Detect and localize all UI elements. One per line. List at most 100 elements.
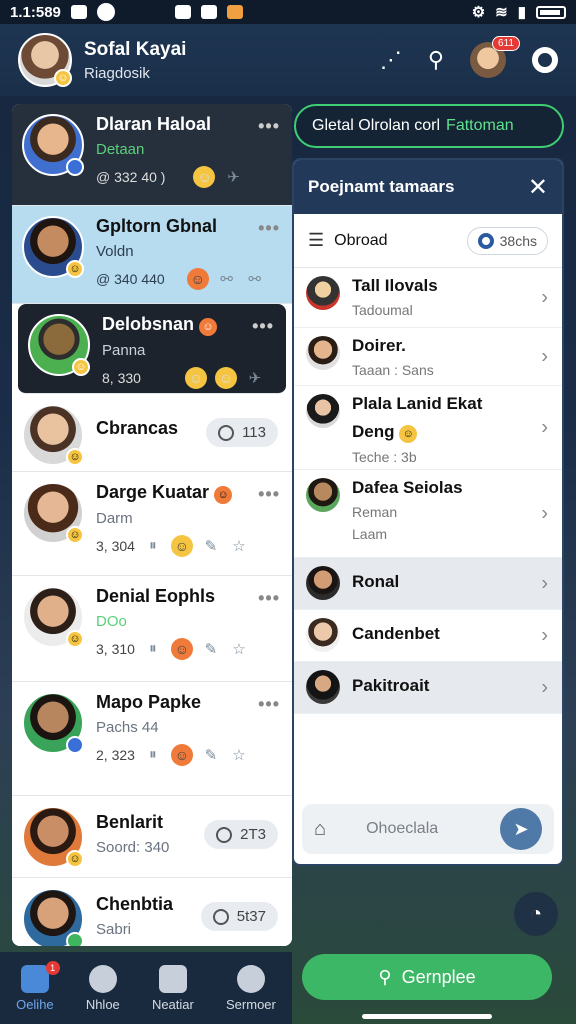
pause-icon: ⏸ [149, 746, 157, 763]
chat-stats: 2, 323 [96, 747, 135, 763]
contact-sub: Reman [352, 504, 398, 520]
link-icon: ⚯ [220, 271, 233, 288]
contacts-panel: Poejnamt tamaars ✕ ☰ Obroad 38chs Tall I… [292, 158, 564, 866]
verified-icon [66, 158, 84, 176]
avatar [306, 276, 340, 310]
primary-action-button[interactable]: ⚲ Gernplee [302, 954, 552, 1000]
nav-item-calculator[interactable]: Neatiar [151, 964, 194, 1012]
app-icon [174, 5, 191, 19]
smile-icon: ☺ [66, 850, 84, 868]
chat-name: Darge Kuatar ☺ [96, 482, 282, 504]
bottom-nav: 1 Oelihe Nhloe Neatiar Sermoer [0, 952, 292, 1024]
page-title: Sofal Kayai [84, 38, 187, 60]
home-icon[interactable]: ⌂ [314, 818, 326, 841]
contact-name: Pakitroait [352, 676, 430, 695]
share-icon[interactable]: ⋰ [380, 47, 402, 73]
close-icon[interactable]: ✕ [528, 173, 548, 202]
chat-item[interactable]: ☺ Cbrancas 113 [12, 394, 292, 472]
home-icon [20, 964, 49, 993]
battery-icon [536, 5, 566, 19]
contact-item[interactable]: Ronal › [294, 558, 562, 610]
star-icon: ☆ [232, 538, 246, 555]
send-button[interactable]: ➤ [500, 808, 542, 850]
panel-header: Poejnamt tamaars ✕ [294, 160, 562, 214]
avatar: ☺ [28, 314, 90, 376]
search-icon: ⚲ [378, 966, 392, 987]
emoji-icon: ☺ [214, 486, 233, 504]
chat-stats: 8, 330 [102, 370, 141, 386]
page-subtitle: Riagdosik [84, 64, 150, 82]
chat-item[interactable]: ☺ Darge Kuatar ☺ Darm 3, 304 ⏸ ☺ ✎ ☆ ••• [12, 472, 292, 576]
more-options-icon[interactable]: ••• [258, 218, 280, 239]
contact-item[interactable]: Plala Lanid Ekat Deng ☺ Teche : 3b › [294, 386, 562, 470]
more-options-icon[interactable]: ••• [258, 694, 280, 715]
chat-item[interactable]: ☺ Gpltorn Gbnal Voldn @ 340 440 ☺ ⚯ ⚯ ••• [12, 206, 292, 304]
avatar [22, 692, 84, 754]
chat-preview: Darm [96, 510, 133, 527]
chat-preview: Panna [102, 342, 146, 359]
unread-count-pill[interactable]: 113 [206, 418, 278, 447]
profile-avatar[interactable]: ☺ [18, 33, 72, 87]
panel-footer: ⌂ Ohoeclala ➤ [302, 804, 554, 854]
more-options-icon[interactable]: ••• [252, 316, 274, 337]
more-options-icon[interactable]: ••• [258, 484, 280, 505]
chat-item[interactable]: ☺ Delobsnan ☺ Panna 8, 330 ☺ ☺ ✈ ••• [18, 304, 286, 394]
chat-bubble-icon [88, 964, 117, 993]
contact-item[interactable]: Doirer. Taaan : Sans › [294, 328, 562, 386]
notification-icon [70, 5, 87, 19]
smile-icon: ☺ [66, 630, 84, 648]
contact-item[interactable]: Candenbet › [294, 610, 562, 662]
chat-item[interactable]: Mapo Papke Pachs 44 2, 323 ⏸ ☺ ✎ ☆ ••• [12, 682, 292, 796]
chat-stats: @ 332 40 ) [96, 169, 166, 185]
more-options-icon[interactable]: ••• [258, 588, 280, 609]
avatar: ☺ [22, 216, 84, 278]
filter-pill[interactable]: 38chs [466, 226, 548, 255]
smile-emoji-icon: ☺ [214, 367, 237, 389]
chevron-right-icon: › [541, 286, 548, 308]
nav-label: Neatiar [151, 996, 194, 1012]
chat-preview: Voldn [96, 243, 134, 260]
notification-badge: 1 [45, 960, 60, 975]
smile-icon: ☺ [72, 358, 90, 376]
contact-name: Tall Ilovals [352, 276, 438, 295]
nav-item-messages[interactable]: Nhloe [86, 964, 120, 1012]
footer-input[interactable]: Ohoeclala [366, 820, 438, 838]
unread-count-pill[interactable]: 2T3 [204, 820, 278, 849]
search-icon[interactable]: ⚲ [428, 47, 444, 73]
smile-emoji-icon: ☺ [193, 166, 216, 188]
signal-icon: ▮ [517, 4, 526, 21]
nav-item-home[interactable]: 1 Oelihe [16, 960, 60, 1012]
unread-count-pill[interactable]: 5t37 [200, 902, 278, 931]
chat-item[interactable]: Dlaran Haloal Detaan @ 332 40 ) ☺ ✈ ••• [12, 104, 292, 206]
star-icon: ☆ [232, 747, 246, 764]
chat-item[interactable]: Chenbtia Sabri 5t37 [12, 878, 292, 946]
account-avatar[interactable]: 611 [470, 36, 520, 78]
status-ring-icon[interactable] [532, 47, 558, 73]
chat-item[interactable]: ☺ Benlarit Soord: 340 2T3 [12, 796, 292, 878]
chat-stats: 3, 310 [96, 641, 135, 657]
home-indicator[interactable] [362, 1014, 492, 1019]
panel-title: Poejnamt tamaars [308, 177, 455, 196]
avatar [306, 618, 340, 652]
contact-name: Deng ☺ [352, 422, 550, 443]
avatar [306, 566, 340, 600]
chat-stats: 3, 304 [96, 538, 135, 554]
history-icon[interactable]: ◔ [514, 892, 558, 936]
more-options-icon[interactable]: ••• [258, 116, 280, 137]
contact-name: Candenbet [352, 624, 440, 643]
smile-icon: ☺ [66, 260, 84, 278]
contact-item[interactable]: Dafea Seiolas Reman Laam › [294, 470, 562, 558]
global-chip[interactable]: Gletal Olrolan сorl Fattoman [294, 104, 564, 148]
contact-item[interactable]: Tall Ilovals Tadoumal › [294, 268, 562, 328]
smile-icon: ☺ [54, 69, 72, 87]
chat-preview: Pachs 44 [96, 719, 159, 736]
contact-item[interactable]: Pakitroait › [294, 662, 562, 714]
filter-label[interactable]: Obroad [334, 232, 387, 250]
nav-item-search[interactable]: Sermoer [226, 964, 276, 1012]
chat-item[interactable]: ☺ Denial Eophls DOo 3, 310 ⏸ ☺ ✎ ☆ ••• [12, 576, 292, 682]
pause-icon: ⏸ [149, 537, 157, 554]
status-bar: 1.1:589 ⚙ ≋ ▮ [0, 0, 576, 24]
avatar: ☺ [22, 586, 84, 648]
unread-count: 113 [242, 424, 266, 441]
smile-emoji-icon: ☺ [170, 535, 193, 557]
